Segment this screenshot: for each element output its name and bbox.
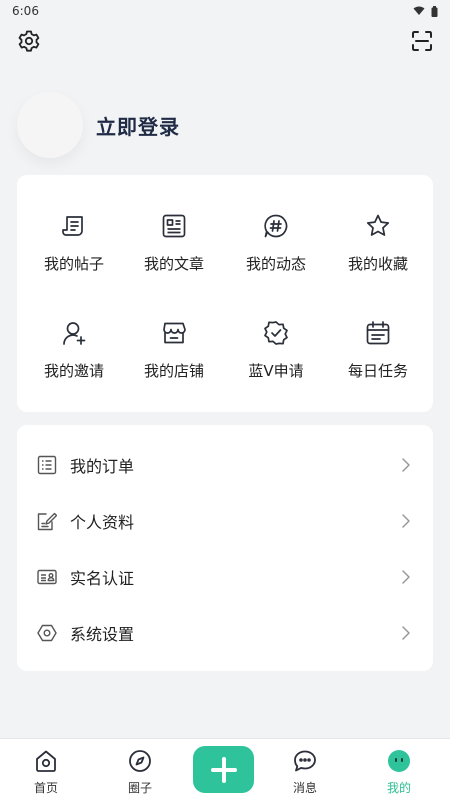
list-item-profile[interactable]: 个人资料	[17, 501, 433, 541]
order-list-icon	[37, 455, 57, 475]
nav-circle[interactable]: 圈子	[100, 739, 180, 800]
nav-label: 我的	[386, 781, 411, 795]
scroll-icon	[62, 216, 83, 236]
avatar[interactable]	[17, 92, 83, 158]
grid-item-articles[interactable]: 我的文章	[122, 213, 226, 293]
user-add-icon	[63, 322, 86, 345]
grid-label: 我的收藏	[347, 255, 408, 273]
grid-label: 我的邀请	[43, 362, 104, 380]
nav-messages[interactable]: 消息	[265, 739, 345, 800]
edit-profile-icon	[37, 512, 57, 531]
grid-label: 我的动态	[245, 255, 306, 273]
grid-label: 我的文章	[143, 255, 204, 273]
settings-button[interactable]	[15, 27, 43, 55]
hashtag-chat-icon	[264, 214, 288, 238]
list-item-label: 系统设置	[70, 625, 135, 644]
scan-button[interactable]	[408, 27, 436, 55]
list-item-system-settings[interactable]: 系统设置	[17, 613, 433, 653]
plus-icon	[210, 756, 237, 783]
list-item-label: 实名认证	[70, 569, 135, 588]
list-item-label: 我的订单	[70, 457, 135, 476]
mine-screen: 6:06 立即登录 我的帖子 我的文章 我的动态 我的收藏 我的邀请 我的店铺 …	[0, 0, 450, 800]
nav-mine[interactable]: 我的	[359, 739, 439, 800]
chevron-right-icon	[402, 626, 410, 640]
status-icons	[413, 5, 438, 17]
shop-icon	[163, 322, 186, 344]
article-icon	[162, 214, 186, 238]
id-card-icon	[37, 569, 57, 585]
add-post-button[interactable]	[193, 746, 254, 793]
nav-label: 消息	[292, 781, 317, 795]
verified-badge-icon	[264, 321, 288, 345]
grid-item-posts[interactable]: 我的帖子	[22, 213, 126, 293]
grid-label: 我的帖子	[43, 255, 104, 273]
nav-home[interactable]: 首页	[6, 739, 86, 800]
home-icon	[36, 750, 56, 772]
chevron-right-icon	[402, 458, 410, 472]
feature-grid-card: 我的帖子 我的文章 我的动态 我的收藏 我的邀请 我的店铺 蓝V申请 每日任务	[17, 175, 433, 412]
grid-item-invites[interactable]: 我的邀请	[22, 320, 126, 400]
battery-icon	[431, 5, 438, 17]
status-time: 6:06	[12, 4, 39, 18]
list-item-label: 个人资料	[70, 513, 135, 532]
profile-face-icon	[388, 750, 410, 772]
menu-list-card: 我的订单 个人资料 实名认证 系统设置	[17, 425, 433, 671]
grid-item-favorites[interactable]: 我的收藏	[326, 213, 430, 293]
list-item-orders[interactable]: 我的订单	[17, 445, 433, 485]
nav-label: 首页	[33, 781, 58, 795]
chevron-right-icon	[402, 570, 410, 584]
status-bar: 6:06	[0, 0, 450, 22]
grid-label: 蓝V申请	[248, 362, 304, 380]
hexagon-settings-icon	[37, 624, 57, 642]
grid-item-daily-tasks[interactable]: 每日任务	[326, 320, 430, 400]
list-item-real-name[interactable]: 实名认证	[17, 557, 433, 597]
grid-item-blue-v[interactable]: 蓝V申请	[224, 320, 328, 400]
star-icon	[366, 214, 390, 236]
grid-item-shop[interactable]: 我的店铺	[122, 320, 226, 400]
gear-icon	[18, 30, 40, 52]
grid-item-moments[interactable]: 我的动态	[224, 213, 328, 293]
chevron-right-icon	[402, 514, 410, 528]
login-button[interactable]: 立即登录	[96, 111, 180, 140]
grid-label: 每日任务	[347, 362, 408, 380]
grid-label: 我的店铺	[143, 362, 204, 380]
compass-icon	[129, 750, 151, 772]
message-icon	[294, 750, 316, 772]
wifi-icon	[413, 6, 425, 15]
scan-icon	[412, 31, 432, 51]
calendar-task-icon	[366, 321, 390, 345]
nav-label: 圈子	[127, 781, 152, 795]
